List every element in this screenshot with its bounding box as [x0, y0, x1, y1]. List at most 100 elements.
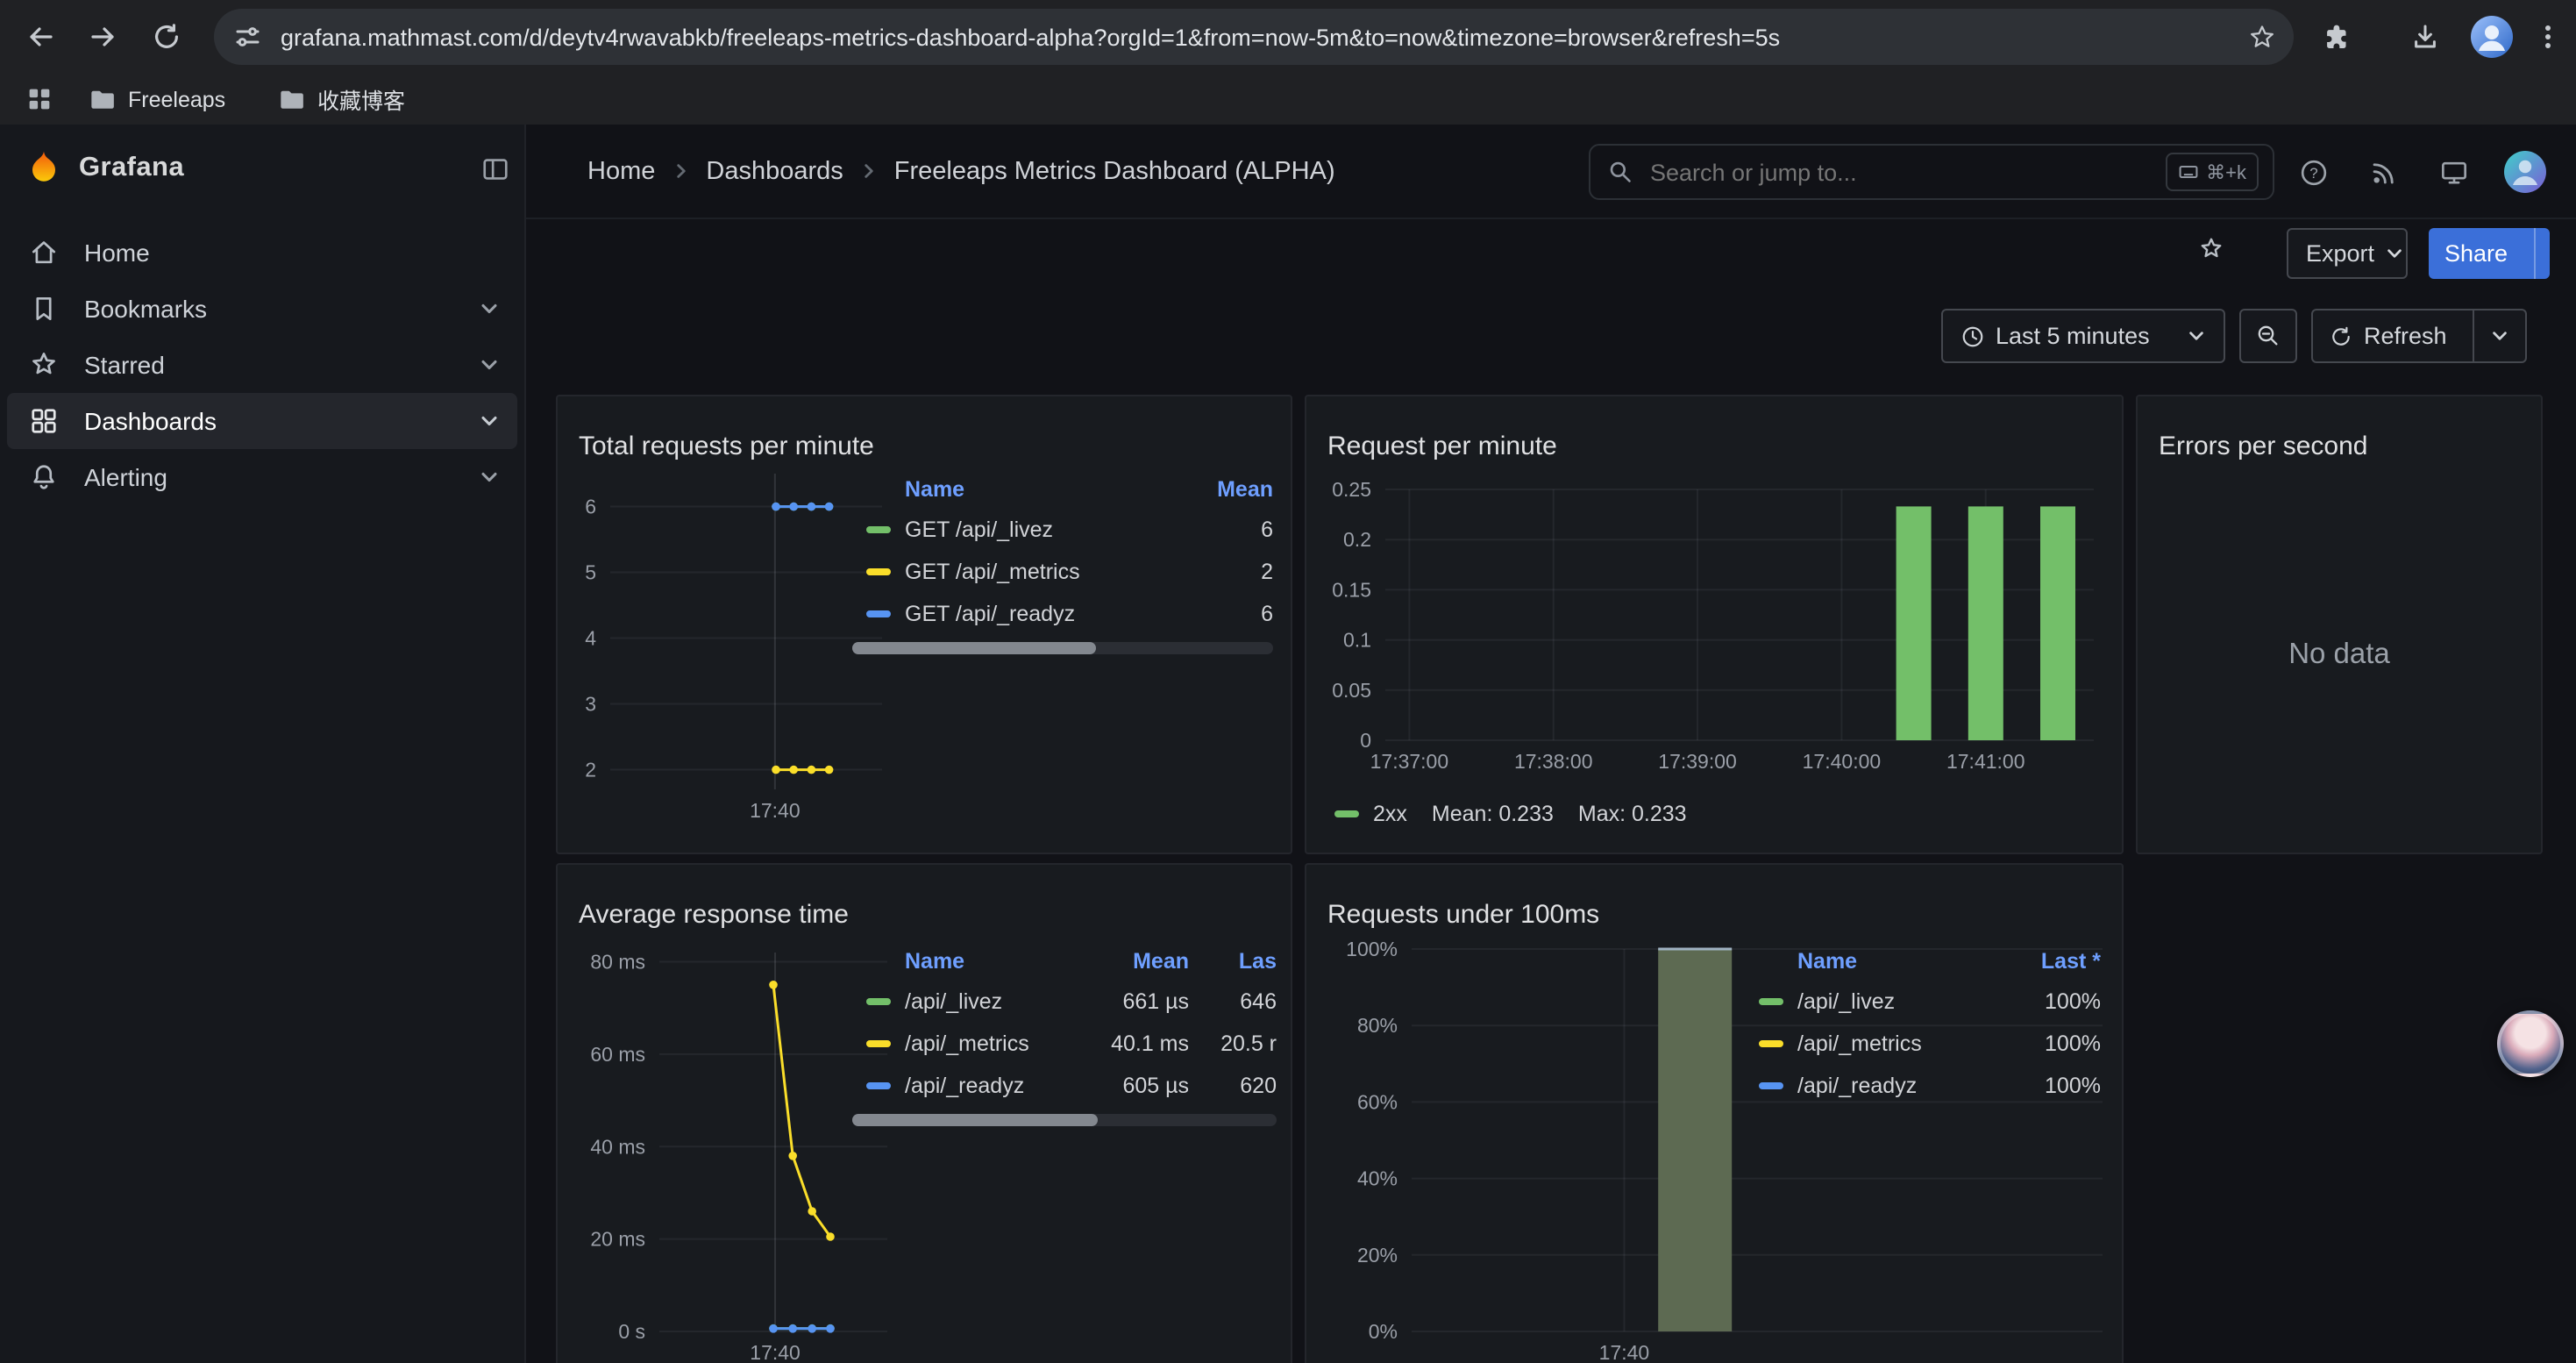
- chevron-down-icon[interactable]: [479, 467, 500, 488]
- share-menu-button[interactable]: [2534, 228, 2550, 279]
- series-name[interactable]: /api/_metrics: [905, 1031, 1087, 1056]
- series-mean: 40.1 ms: [1087, 1031, 1189, 1056]
- svg-text:100%: 100%: [1346, 938, 1398, 960]
- zoom-out-button[interactable]: [2239, 309, 2297, 363]
- bookmark-star-icon[interactable]: [2248, 23, 2276, 51]
- svg-text:60%: 60%: [1357, 1090, 1398, 1113]
- series-mean: 661 µs: [1087, 989, 1189, 1014]
- reload-icon[interactable]: [151, 21, 182, 53]
- series-name[interactable]: /api/_metrics: [1797, 1031, 1922, 1056]
- svg-text:17:40: 17:40: [750, 799, 801, 822]
- extensions-icon[interactable]: [2320, 21, 2352, 53]
- legend-col-last[interactable]: Last *: [2041, 949, 2101, 974]
- legend-col-mean[interactable]: Mean: [1217, 477, 1273, 502]
- series-name[interactable]: /api/_livez: [1797, 989, 1895, 1014]
- panel-title[interactable]: Total requests per minute: [579, 432, 874, 462]
- sidebar-collapse-icon[interactable]: [480, 153, 510, 183]
- chevron-down-icon: [2385, 244, 2404, 263]
- brand-row: Grafana: [25, 147, 510, 189]
- series-last: 100%: [2045, 1031, 2101, 1056]
- legend-col-last[interactable]: Las: [1189, 949, 1277, 974]
- series-name[interactable]: /api/_readyz: [1797, 1074, 1917, 1098]
- folder-icon: [88, 84, 117, 114]
- breadcrumb-home[interactable]: Home: [587, 157, 655, 185]
- series-name[interactable]: GET /api/_metrics: [905, 560, 1080, 584]
- apps-grid-icon[interactable]: [25, 84, 54, 114]
- browser-profile-avatar[interactable]: [2469, 14, 2515, 60]
- series-name[interactable]: /api/_livez: [905, 989, 1087, 1014]
- panel-title[interactable]: Errors per second: [2159, 432, 2367, 462]
- browser-menu-icon[interactable]: [2532, 21, 2564, 53]
- bell-icon: [28, 461, 60, 493]
- brand-name: Grafana: [79, 153, 184, 184]
- legend-col-name[interactable]: Name: [866, 949, 1087, 974]
- sidebar-item-label: Dashboards: [84, 407, 217, 435]
- series-last: 620: [1189, 1074, 1277, 1098]
- chevron-down-icon[interactable]: [479, 298, 500, 319]
- sidebar-item-home[interactable]: Home: [7, 225, 517, 281]
- refresh-button-group: Refresh: [2311, 309, 2527, 363]
- series-name[interactable]: GET /api/_livez: [905, 517, 1053, 542]
- time-range-picker[interactable]: Last 5 minutes: [1941, 309, 2225, 363]
- bookmark-folder-blogs[interactable]: 收藏博客: [277, 74, 405, 125]
- svg-text:40 ms: 40 ms: [590, 1135, 645, 1158]
- search-box[interactable]: ⌘+k: [1589, 144, 2274, 200]
- sidebar-item-label: Bookmarks: [84, 295, 207, 323]
- chevron-down-icon[interactable]: [479, 354, 500, 375]
- legend-scrollbar[interactable]: [852, 642, 1273, 654]
- refresh-interval-button[interactable]: [2473, 310, 2526, 361]
- news-rss-icon[interactable]: [2369, 158, 2399, 188]
- panel-title[interactable]: Requests under 100ms: [1327, 901, 1599, 931]
- chevron-right-icon: [859, 161, 879, 181]
- sidebar-item-starred[interactable]: Starred: [7, 337, 517, 393]
- url-input[interactable]: [277, 22, 2248, 52]
- grafana-logo-icon[interactable]: [25, 149, 63, 188]
- refresh-label: Refresh: [2364, 323, 2447, 349]
- legend: 2xx Mean: 0.233 Max: 0.233: [1334, 802, 1687, 826]
- legend-col-name[interactable]: Name: [866, 477, 964, 502]
- svg-text:0.2: 0.2: [1343, 528, 1371, 551]
- site-info-icon[interactable]: [231, 21, 263, 53]
- panel-title[interactable]: Request per minute: [1327, 432, 1557, 462]
- refresh-button[interactable]: Refresh: [2313, 310, 2463, 361]
- user-avatar[interactable]: [2502, 149, 2548, 195]
- help-icon[interactable]: ?: [2299, 158, 2329, 188]
- series-name[interactable]: /api/_readyz: [905, 1074, 1087, 1098]
- grafana-app: Grafana Home Bookmarks Starred: [0, 125, 2576, 1363]
- legend-col-name[interactable]: Name: [1759, 949, 1857, 974]
- search-input[interactable]: [1647, 157, 2152, 187]
- sidebar-item-bookmarks[interactable]: Bookmarks: [7, 281, 517, 337]
- legend-scrollbar[interactable]: [852, 1114, 1277, 1126]
- sidebar-item-dashboards[interactable]: Dashboards: [7, 393, 517, 449]
- chevron-down-icon[interactable]: [479, 410, 500, 432]
- share-button-group: Share: [2429, 228, 2550, 279]
- download-icon[interactable]: [2409, 21, 2441, 53]
- svg-text:3: 3: [585, 693, 596, 716]
- back-icon[interactable]: [25, 21, 56, 53]
- forward-icon[interactable]: [88, 21, 119, 53]
- svg-text:0.25: 0.25: [1332, 478, 1371, 501]
- series-name[interactable]: GET /api/_readyz: [905, 602, 1075, 626]
- assistant-avatar[interactable]: [2497, 1010, 2564, 1077]
- favorite-star-icon[interactable]: [2197, 235, 2225, 263]
- share-button[interactable]: Share: [2429, 228, 2523, 279]
- url-bar[interactable]: [214, 9, 2294, 65]
- legend-col-mean[interactable]: Mean: [1087, 949, 1189, 974]
- svg-text:2: 2: [585, 759, 596, 781]
- zoom-out-icon: [2255, 323, 2281, 349]
- series-swatch: [866, 568, 891, 575]
- sidebar-item-alerting[interactable]: Alerting: [7, 449, 517, 505]
- series-last: 646: [1189, 989, 1277, 1014]
- breadcrumb-dashboards[interactable]: Dashboards: [706, 157, 843, 185]
- export-button[interactable]: Export: [2287, 228, 2408, 279]
- panel-title[interactable]: Average response time: [579, 901, 849, 931]
- series-swatch: [1759, 1082, 1783, 1089]
- legend-row: GET /api/_livez6: [866, 509, 1273, 551]
- display-icon[interactable]: [2439, 158, 2469, 188]
- series-swatch: [1334, 810, 1359, 817]
- series-last: 100%: [2045, 1074, 2101, 1098]
- series-name[interactable]: 2xx: [1373, 802, 1407, 826]
- series-swatch: [866, 526, 891, 533]
- bookmark-folder-freeleaps[interactable]: Freeleaps: [88, 74, 225, 125]
- search-shortcut: ⌘+k: [2166, 153, 2259, 191]
